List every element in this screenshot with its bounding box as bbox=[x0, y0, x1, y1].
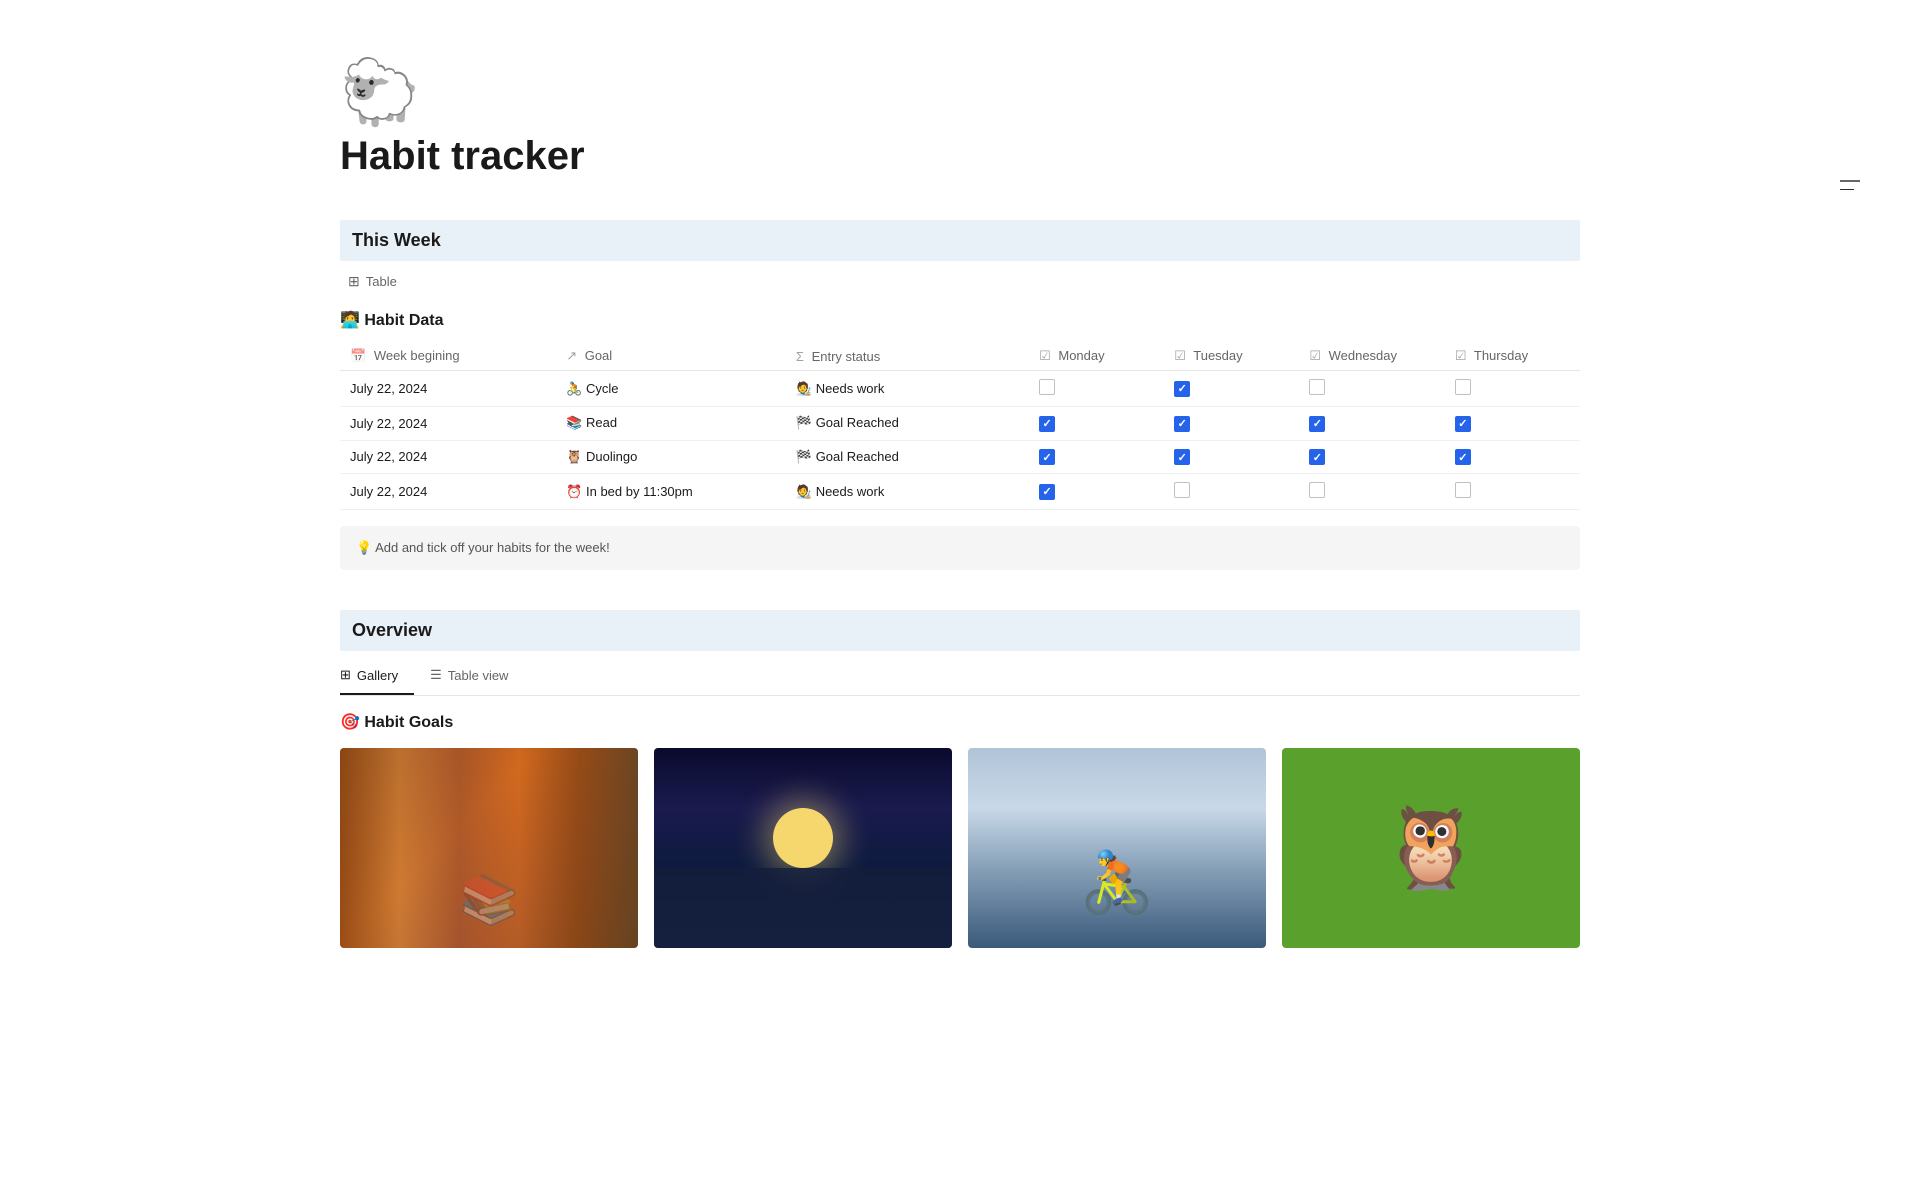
wednesday-checkbox-3[interactable] bbox=[1309, 482, 1325, 498]
table-row: July 22, 2024⏰ In bed by 11:30pm🧑‍🎨 Need… bbox=[340, 474, 1580, 510]
overview-heading: Overview bbox=[352, 620, 432, 640]
cell-date-2: July 22, 2024 bbox=[340, 440, 556, 474]
tip-box: 💡 Add and tick off your habits for the w… bbox=[340, 526, 1580, 570]
cell-wednesday-1[interactable] bbox=[1299, 407, 1445, 441]
this-week-heading: This Week bbox=[352, 230, 441, 250]
gallery-card-cycling[interactable] bbox=[968, 748, 1266, 948]
thursday-checkbox-3[interactable] bbox=[1455, 482, 1471, 498]
gallery-grid bbox=[340, 748, 1580, 948]
tab-table-view[interactable]: ☰ Table view bbox=[430, 659, 524, 695]
cell-tuesday-2[interactable] bbox=[1164, 440, 1299, 474]
cell-date-1: July 22, 2024 bbox=[340, 407, 556, 441]
overview-heading-bar: Overview bbox=[340, 610, 1580, 651]
tuesday-checkbox-2[interactable] bbox=[1174, 449, 1190, 465]
cell-thursday-1[interactable] bbox=[1445, 407, 1580, 441]
table-icon: ⊞ bbox=[348, 273, 360, 290]
monday-checkbox-1[interactable] bbox=[1039, 416, 1055, 432]
tab-gallery[interactable]: ⊞ Gallery bbox=[340, 659, 414, 695]
gallery-label: Gallery bbox=[357, 668, 398, 683]
page-header: 🐑 Habit tracker bbox=[340, 60, 1580, 180]
this-week-heading-bar: This Week bbox=[340, 220, 1580, 261]
col-header-week: 📅 Week begining bbox=[340, 342, 556, 371]
col-header-monday: ☑ Monday bbox=[1029, 342, 1164, 371]
table-view-icon: ☰ bbox=[430, 667, 442, 683]
col-header-thursday: ☑ Thursday bbox=[1445, 342, 1580, 371]
tuesday-checkbox-0[interactable] bbox=[1174, 381, 1190, 397]
table-row: July 22, 2024🚴 Cycle🧑‍🎨 Needs work bbox=[340, 371, 1580, 407]
table-row: July 22, 2024🦉 Duolingo🏁 Goal Reached bbox=[340, 440, 1580, 474]
view-tabs: ⊞ Gallery ☰ Table view bbox=[340, 659, 1580, 696]
col-header-goal: ↗ Goal bbox=[556, 342, 786, 371]
wednesday-checkbox-1[interactable] bbox=[1309, 416, 1325, 432]
page-title: Habit tracker bbox=[340, 132, 1580, 180]
table-view-label: Table bbox=[366, 274, 397, 289]
monday-checkbox-2[interactable] bbox=[1039, 449, 1055, 465]
cell-thursday-3[interactable] bbox=[1445, 474, 1580, 510]
thursday-checkbox-2[interactable] bbox=[1455, 449, 1471, 465]
cell-tuesday-0[interactable] bbox=[1164, 371, 1299, 407]
cell-goal-3: ⏰ In bed by 11:30pm bbox=[556, 474, 786, 510]
cell-monday-2[interactable] bbox=[1029, 440, 1164, 474]
thursday-checkbox-0[interactable] bbox=[1455, 379, 1471, 395]
wednesday-checkbox-2[interactable] bbox=[1309, 449, 1325, 465]
cell-thursday-2[interactable] bbox=[1445, 440, 1580, 474]
cell-tuesday-3[interactable] bbox=[1164, 474, 1299, 510]
minimize-button[interactable]: — bbox=[1840, 180, 1860, 182]
cell-date-3: July 22, 2024 bbox=[340, 474, 556, 510]
tip-text: 💡 Add and tick off your habits for the w… bbox=[356, 540, 610, 556]
cell-wednesday-0[interactable] bbox=[1299, 371, 1445, 407]
cell-goal-1: 📚 Read bbox=[556, 407, 786, 441]
habit-table: 📅 Week begining ↗ Goal Σ Entry status ☑ … bbox=[340, 342, 1580, 510]
table-row: July 22, 2024📚 Read🏁 Goal Reached bbox=[340, 407, 1580, 441]
gallery-card-duolingo[interactable] bbox=[1282, 748, 1580, 948]
monday-checkbox-0[interactable] bbox=[1039, 379, 1055, 395]
cell-goal-0: 🚴 Cycle bbox=[556, 371, 786, 407]
page-emoji: 🐑 bbox=[340, 60, 1580, 124]
cell-status-1: 🏁 Goal Reached bbox=[786, 407, 1029, 441]
cell-status-0: 🧑‍🎨 Needs work bbox=[786, 371, 1029, 407]
overview-section: Overview ⊞ Gallery ☰ Table view 🎯 Habit … bbox=[340, 610, 1580, 948]
cell-tuesday-1[interactable] bbox=[1164, 407, 1299, 441]
cell-monday-1[interactable] bbox=[1029, 407, 1164, 441]
table-view-toggle[interactable]: ⊞ Table bbox=[340, 269, 1580, 294]
cell-goal-2: 🦉 Duolingo bbox=[556, 440, 786, 474]
thursday-checkbox-1[interactable] bbox=[1455, 416, 1471, 432]
cell-monday-0[interactable] bbox=[1029, 371, 1164, 407]
habit-data-heading: 🧑‍💻 Habit Data bbox=[340, 306, 1580, 334]
cell-monday-3[interactable] bbox=[1029, 474, 1164, 510]
this-week-section: This Week ⊞ Table 🧑‍💻 Habit Data 📅 Week … bbox=[340, 220, 1580, 570]
col-header-tuesday: ☑ Tuesday bbox=[1164, 342, 1299, 371]
cell-status-2: 🏁 Goal Reached bbox=[786, 440, 1029, 474]
gallery-icon: ⊞ bbox=[340, 667, 351, 683]
habit-goals-heading: 🎯 Habit Goals bbox=[340, 712, 1580, 732]
cell-status-3: 🧑‍🎨 Needs work bbox=[786, 474, 1029, 510]
cell-thursday-0[interactable] bbox=[1445, 371, 1580, 407]
col-header-wednesday: ☑ Wednesday bbox=[1299, 342, 1445, 371]
monday-checkbox-3[interactable] bbox=[1039, 484, 1055, 500]
cell-wednesday-3[interactable] bbox=[1299, 474, 1445, 510]
cell-wednesday-2[interactable] bbox=[1299, 440, 1445, 474]
col-header-status: Σ Entry status bbox=[786, 342, 1029, 371]
gallery-card-books[interactable] bbox=[340, 748, 638, 948]
tuesday-checkbox-1[interactable] bbox=[1174, 416, 1190, 432]
cell-date-0: July 22, 2024 bbox=[340, 371, 556, 407]
gallery-card-night[interactable] bbox=[654, 748, 952, 948]
wednesday-checkbox-0[interactable] bbox=[1309, 379, 1325, 395]
tuesday-checkbox-3[interactable] bbox=[1174, 482, 1190, 498]
table-view-tab-label: Table view bbox=[448, 668, 509, 683]
